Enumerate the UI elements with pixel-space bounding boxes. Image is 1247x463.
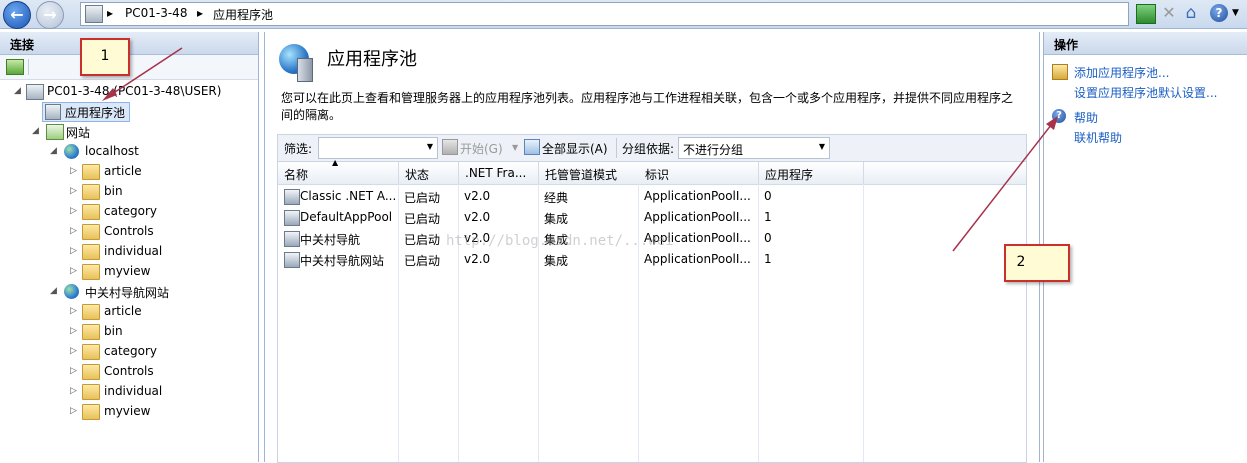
callout-1: 1 xyxy=(80,38,130,76)
arrow-1-head-icon xyxy=(102,88,117,101)
arrow-2-line xyxy=(952,119,1056,252)
arrow-2-head-icon xyxy=(1046,116,1058,130)
callout-2: 2 xyxy=(1004,244,1070,282)
annotation-arrows xyxy=(102,47,1058,252)
